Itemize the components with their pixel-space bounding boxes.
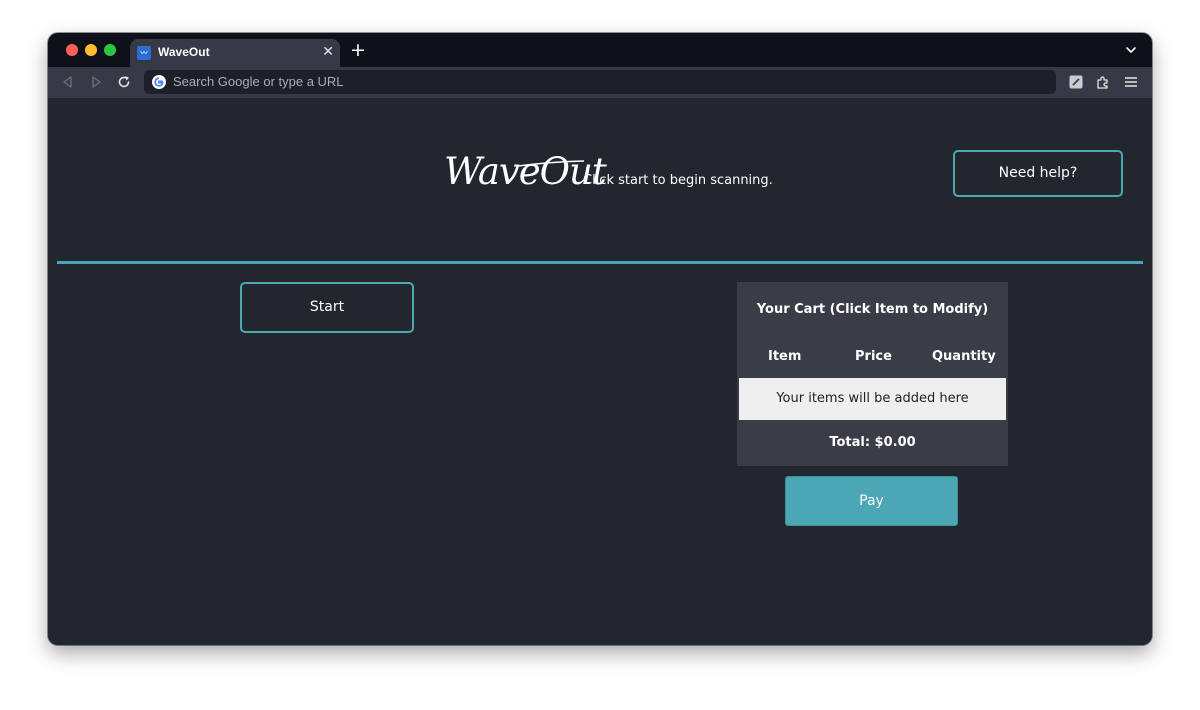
page-subtitle: Click start to begin scanning. bbox=[583, 173, 773, 188]
cart-panel: Your Cart (Click Item to Modify) Item Pr… bbox=[737, 282, 1008, 466]
puzzle-icon[interactable] bbox=[1095, 74, 1111, 90]
browser-window: 〰 WaveOut ✕ + Search Google or type a UR… bbox=[48, 33, 1152, 645]
maximize-window-button[interactable] bbox=[104, 44, 116, 56]
tab-waveout[interactable]: 〰 WaveOut ✕ bbox=[130, 39, 340, 67]
back-icon[interactable] bbox=[60, 74, 76, 90]
forward-icon[interactable] bbox=[88, 74, 104, 90]
start-button[interactable]: Start bbox=[240, 282, 414, 333]
menu-icon[interactable] bbox=[1123, 74, 1139, 90]
chevron-down-icon[interactable] bbox=[1124, 43, 1138, 57]
close-tab-icon[interactable]: ✕ bbox=[322, 44, 334, 60]
cart-column-quantity: Quantity bbox=[932, 349, 996, 364]
cart-empty-row[interactable]: Your items will be added here bbox=[739, 378, 1006, 420]
header-divider bbox=[57, 261, 1143, 264]
cart-column-price: Price bbox=[855, 349, 892, 364]
tab-title: WaveOut bbox=[158, 45, 210, 59]
minimize-window-button[interactable] bbox=[85, 44, 97, 56]
extension-icon[interactable] bbox=[1068, 74, 1084, 90]
need-help-button[interactable]: Need help? bbox=[953, 150, 1123, 197]
cart-title: Your Cart (Click Item to Modify) bbox=[756, 302, 989, 317]
waveout-logo: WaveOut bbox=[444, 150, 607, 193]
logo-swash bbox=[518, 160, 584, 167]
reload-icon[interactable] bbox=[116, 74, 132, 90]
pay-button[interactable]: Pay bbox=[785, 476, 958, 526]
close-window-button[interactable] bbox=[66, 44, 78, 56]
address-bar-placeholder: Search Google or type a URL bbox=[173, 74, 344, 89]
address-bar[interactable]: Search Google or type a URL bbox=[144, 70, 1056, 94]
tab-strip: 〰 WaveOut ✕ + bbox=[48, 33, 1152, 67]
cart-total: Total: $0.00 bbox=[829, 435, 916, 450]
waveout-favicon-icon: 〰 bbox=[137, 46, 151, 60]
page-content: WaveOut Click start to begin scanning. N… bbox=[48, 98, 1152, 645]
google-icon bbox=[152, 75, 166, 89]
cart-column-item: Item bbox=[768, 349, 802, 364]
browser-toolbar: Search Google or type a URL bbox=[48, 67, 1152, 98]
new-tab-button[interactable]: + bbox=[350, 40, 366, 60]
